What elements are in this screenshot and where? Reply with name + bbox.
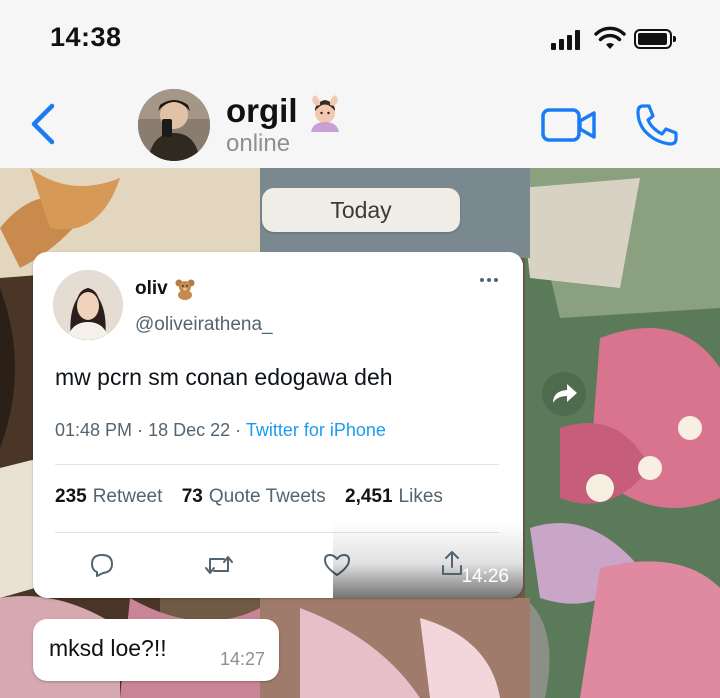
reply-icon[interactable] (89, 552, 115, 578)
cellular-signal-icon (551, 30, 585, 50)
text-message-bubble[interactable]: mksd loe?!! 14:27 (33, 619, 279, 681)
video-call-icon[interactable] (540, 106, 598, 144)
message-timestamp: 14:26 (461, 566, 509, 587)
tweet-source-link[interactable]: Twitter for iPhone (246, 420, 386, 440)
back-chevron-icon[interactable] (28, 102, 58, 146)
contact-presence: online (226, 130, 291, 157)
meta-separator: · (137, 420, 144, 440)
more-options-icon[interactable] (479, 276, 499, 284)
tweet-text: mw pcrn sm conan edogawa deh (55, 364, 393, 390)
tweet-author-handle: @oliveirathena_ (135, 314, 273, 335)
likes-label[interactable]: Likes (399, 486, 443, 507)
tweet-author-name: oliv (135, 278, 168, 299)
phone-call-icon[interactable] (634, 102, 680, 148)
tweet-date: 18 Dec 22 (148, 420, 231, 440)
tweet-author-avatar (53, 270, 123, 340)
tweet-meta: 01:48 PM · 18 Dec 22 · Twitter for iPhon… (55, 420, 386, 441)
teddy-bear-emoji-icon (175, 279, 195, 300)
retweet-icon[interactable] (204, 552, 234, 578)
message-timestamp: 14:27 (219, 649, 265, 669)
status-bar: 14:38 (0, 0, 720, 80)
battery-icon (634, 29, 676, 49)
contact-avatar[interactable] (138, 89, 210, 161)
forward-icon[interactable] (541, 371, 587, 417)
quote-label[interactable]: Quote Tweets (209, 486, 326, 507)
tweet-message-bubble[interactable]: oliv @oliveirathena_ mw pcrn sm conan ed… (33, 252, 523, 598)
chat-header: orgil online (0, 80, 720, 169)
chat-area[interactable]: Today oliv @oliveirathena_ mw pcrn sm co… (0, 168, 720, 698)
retweet-count: 235 (55, 486, 87, 507)
message-text: mksd loe?!! (49, 635, 167, 661)
tweet-time: 01:48 PM (55, 420, 133, 440)
person-gesturing-ok-emoji-icon (311, 95, 339, 132)
likes-count: 2,451 (345, 486, 393, 507)
wifi-icon (594, 26, 626, 49)
tweet-stats: 235 Retweet 73 Quote Tweets 2,451 Likes (55, 486, 443, 508)
quote-count: 73 (181, 486, 203, 507)
date-divider: Today (262, 188, 460, 232)
contact-name[interactable]: orgil (226, 92, 298, 130)
retweet-label[interactable]: Retweet (93, 486, 163, 507)
divider (55, 464, 499, 465)
status-time: 14:38 (50, 22, 122, 52)
meta-separator: · (235, 420, 242, 440)
